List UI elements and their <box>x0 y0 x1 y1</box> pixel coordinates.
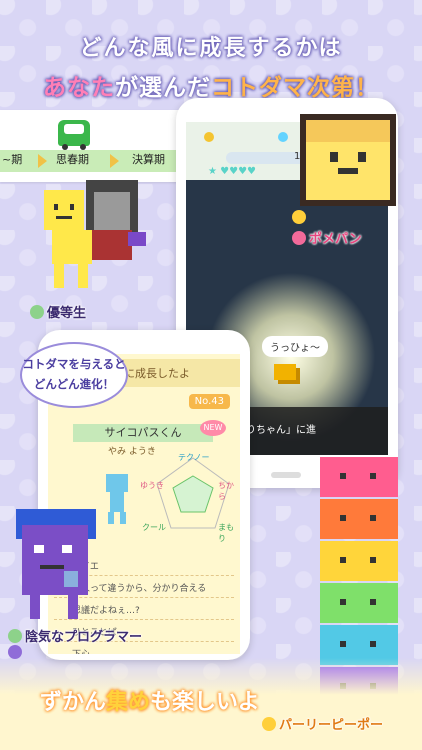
pomepan-label-text: ポメパン <box>292 228 362 247</box>
radar-label-2: ちから <box>218 481 234 501</box>
radar-label-3: まもり <box>218 523 234 543</box>
sun-icon <box>262 717 276 731</box>
heart-icon <box>292 231 306 245</box>
bottom-caption: ずかん集めも楽しいよ <box>40 684 260 716</box>
headline: どんな風に成長するかは あなたが選んだコトダマ次第！ <box>0 30 422 102</box>
coin-icon <box>204 132 214 142</box>
yuutousei-label: 優等生 <box>30 302 86 321</box>
blue-character <box>106 474 128 524</box>
leaf-icon <box>30 305 44 319</box>
radar-label-1: ゆうき <box>140 481 164 490</box>
bottom-part1: ずかん <box>40 690 107 715</box>
yuutousei-character <box>44 180 146 288</box>
pomepan-label <box>292 210 309 226</box>
radar-label-4: クール <box>142 523 166 532</box>
moon-icon <box>8 645 22 659</box>
new-badge: NEW <box>200 420 226 436</box>
headline-erabun: が選ん <box>115 75 187 101</box>
timeline-item-1: ~期 <box>2 153 23 166</box>
bottom-part2: 集め <box>106 690 151 715</box>
timeline-item-3: 決算期 <box>132 153 165 166</box>
growth-timeline: ~期 思春期 決算期 <box>0 110 188 182</box>
gem-icon <box>278 132 288 142</box>
car-icon <box>58 120 90 150</box>
home-bar[interactable] <box>271 472 301 478</box>
speech-bubble: うっひょ〜 <box>262 336 328 357</box>
pomepan-character <box>300 114 396 206</box>
programmer-character <box>16 509 96 619</box>
tip-bubble: コトダマを与えると どんどん進化！ <box>20 342 128 408</box>
character-name: サイコパスくん <box>73 424 213 442</box>
tip-line2: どんどん進化！ <box>33 377 115 391</box>
arrow-icon <box>38 154 47 168</box>
headline-anata: あなた <box>43 75 115 101</box>
tip-line1: コトダマを与えると <box>22 357 126 371</box>
small-character <box>274 364 296 380</box>
party-label: パーリーピーポー <box>262 714 383 733</box>
headline-line1: どんな風に成長するかは <box>79 36 343 61</box>
bottom-part3: も楽しいよ <box>150 690 260 715</box>
headline-line2: あなたが選んだコトダマ次第！ <box>0 68 422 102</box>
arrow-icon <box>110 154 119 168</box>
character-sub: やみ ようき <box>108 447 156 457</box>
programmer-label: 陰気なプログラマー <box>8 626 142 645</box>
hearts-icon: ★ ♥♥♥♥ <box>208 166 257 177</box>
number-badge: No.43 <box>188 394 230 409</box>
radar-label-0: テクノー <box>178 453 210 462</box>
sun-icon <box>292 210 306 224</box>
leaf-icon <box>8 629 22 643</box>
timeline-item-2: 思春期 <box>56 153 89 166</box>
